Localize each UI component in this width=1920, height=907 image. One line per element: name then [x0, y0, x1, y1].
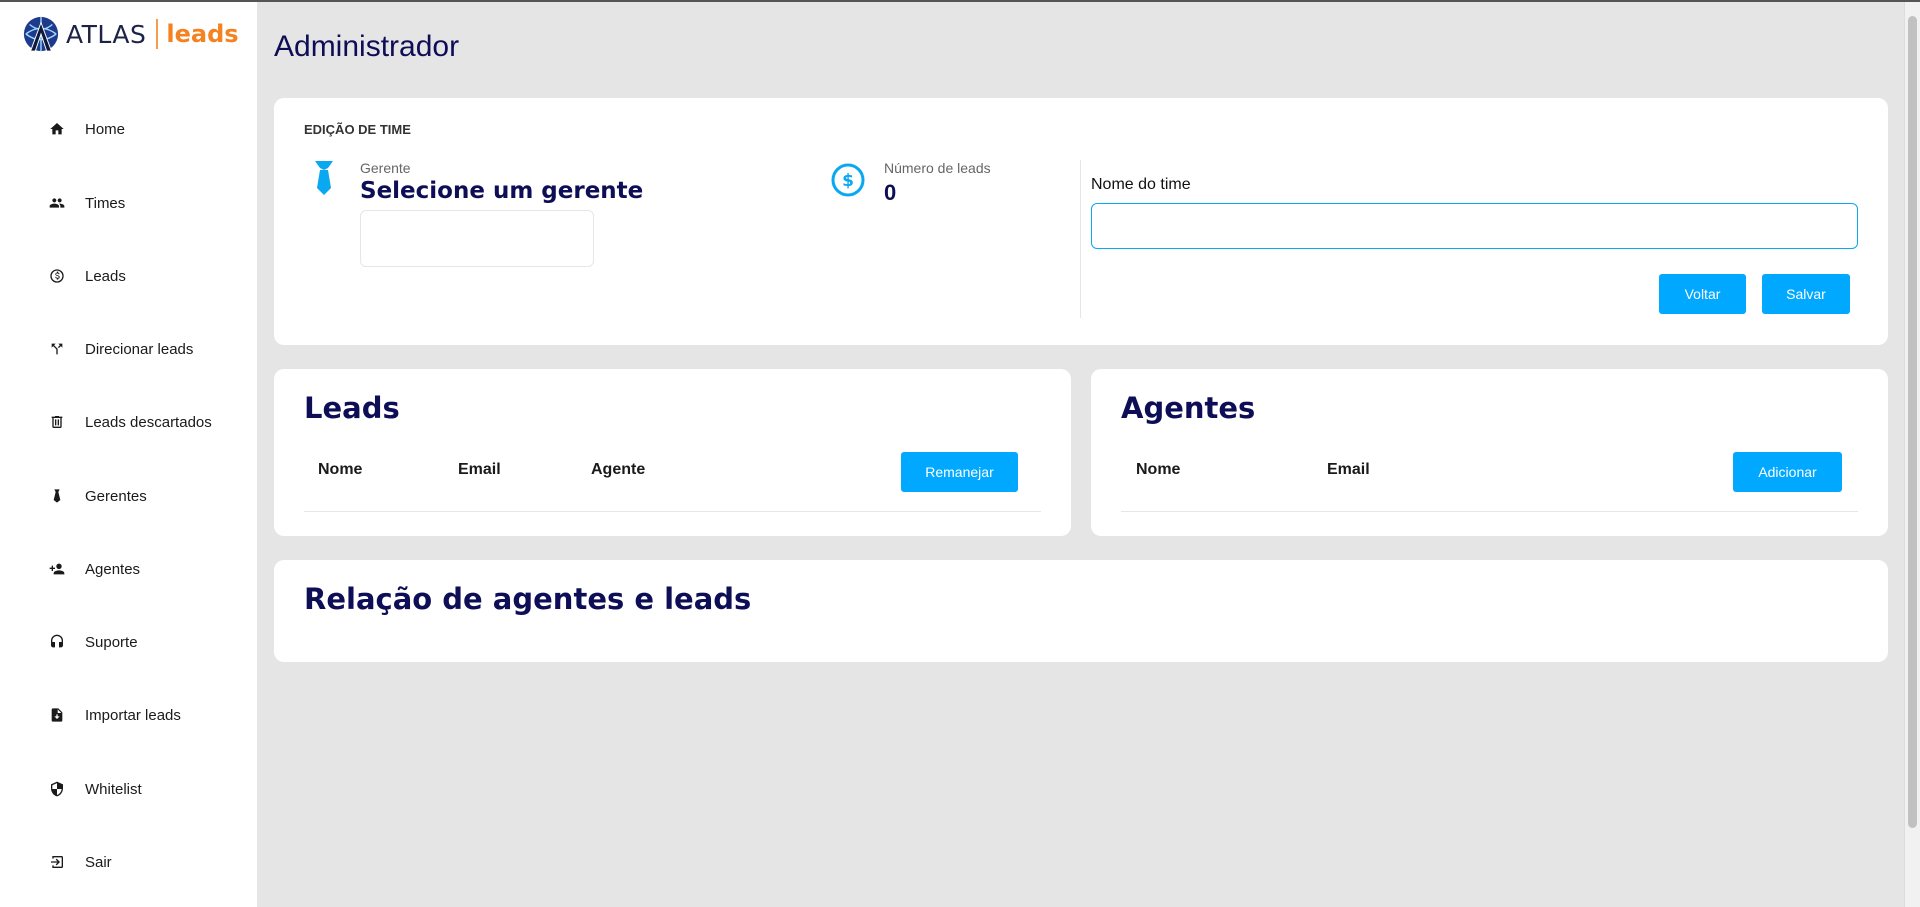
sidebar-item-label: Leads descartados	[85, 413, 212, 431]
relation-card-title: Relação de agentes e leads	[304, 582, 752, 616]
logout-icon	[49, 854, 65, 870]
sidebar-item-label: Home	[85, 120, 126, 138]
column-header-nome: Nome	[318, 461, 363, 478]
sidebar-item-label: Suporte	[85, 633, 138, 651]
tie-icon	[49, 488, 65, 504]
sidebar: ATLAS leads Home Times Leads Direcionar …	[0, 2, 257, 907]
home-icon	[49, 121, 65, 137]
leads-count-label: Número de leads	[884, 160, 991, 176]
dollar-circle-icon: $	[831, 163, 865, 197]
tie-icon	[315, 161, 333, 195]
edit-team-card: EDIÇÃO DE TIME Gerente Selecione um gere…	[274, 98, 1888, 345]
sidebar-item-whitelist[interactable]: Whitelist	[0, 769, 257, 809]
manager-select[interactable]	[360, 210, 594, 267]
agents-card-title: Agentes	[1121, 391, 1256, 425]
sidebar-item-times[interactable]: Times	[0, 183, 257, 223]
sidebar-item-suporte[interactable]: Suporte	[0, 622, 257, 662]
column-header-email: Email	[1327, 461, 1370, 478]
sidebar-item-leads-descartados[interactable]: Leads descartados	[0, 402, 257, 442]
column-header-agente: Agente	[591, 461, 646, 478]
agents-card: Agentes Nome Email Adicionar	[1091, 369, 1888, 536]
headset-icon	[49, 634, 65, 650]
edit-team-heading: EDIÇÃO DE TIME	[304, 122, 411, 137]
sidebar-item-label: Importar leads	[85, 706, 181, 724]
leads-count-value: 0	[884, 180, 897, 205]
vertical-divider	[1080, 160, 1081, 318]
page-title: Administrador	[274, 30, 460, 63]
sidebar-item-label: Sair	[85, 853, 112, 871]
sidebar-item-home[interactable]: Home	[0, 109, 257, 149]
people-icon	[49, 195, 65, 211]
relation-card: Relação de agentes e leads	[274, 560, 1888, 662]
sidebar-item-label: Agentes	[85, 560, 141, 578]
back-button[interactable]: Voltar	[1659, 274, 1746, 314]
fork-icon	[49, 341, 65, 357]
brand-product: leads	[166, 20, 239, 48]
svg-text:$: $	[842, 171, 854, 191]
add-agent-button[interactable]: Adicionar	[1733, 452, 1842, 492]
manager-label: Gerente	[360, 160, 411, 176]
brand-logo[interactable]: ATLAS leads	[22, 14, 239, 54]
team-name-input[interactable]	[1091, 203, 1858, 249]
team-name-label: Nome do time	[1091, 176, 1191, 193]
sidebar-item-agentes[interactable]: Agentes	[0, 549, 257, 589]
sidebar-item-label: Times	[85, 194, 126, 212]
sidebar-item-direcionar-leads[interactable]: Direcionar leads	[0, 329, 257, 369]
vertical-scrollbar[interactable]	[1904, 2, 1920, 907]
dollar-circle-icon	[49, 268, 65, 284]
shield-icon	[49, 781, 65, 797]
atlas-logo-icon	[23, 16, 59, 52]
sidebar-item-label: Whitelist	[85, 780, 142, 798]
leads-card: Leads Nome Email Agente Remanejar	[274, 369, 1071, 536]
manager-value: Selecione um gerente	[360, 178, 644, 204]
sidebar-item-gerentes[interactable]: Gerentes	[0, 476, 257, 516]
sidebar-item-importar-leads[interactable]: Importar leads	[0, 695, 257, 735]
file-import-icon	[49, 707, 65, 723]
sidebar-item-leads[interactable]: Leads	[0, 256, 257, 296]
table-divider	[304, 511, 1041, 512]
save-button[interactable]: Salvar	[1762, 274, 1850, 314]
column-header-nome: Nome	[1136, 461, 1181, 478]
brand-divider	[156, 19, 159, 49]
brand-name: ATLAS	[66, 19, 147, 49]
table-divider	[1121, 511, 1858, 512]
sidebar-item-label: Gerentes	[85, 487, 147, 505]
trash-icon	[49, 414, 65, 430]
leads-card-title: Leads	[304, 391, 400, 425]
scrollbar-thumb[interactable]	[1908, 16, 1917, 828]
reassign-button[interactable]: Remanejar	[901, 452, 1018, 492]
sidebar-item-label: Direcionar leads	[85, 340, 194, 358]
sidebar-item-sair[interactable]: Sair	[0, 842, 257, 882]
add-person-icon	[49, 561, 65, 577]
column-header-email: Email	[458, 461, 501, 478]
sidebar-item-label: Leads	[85, 267, 126, 285]
